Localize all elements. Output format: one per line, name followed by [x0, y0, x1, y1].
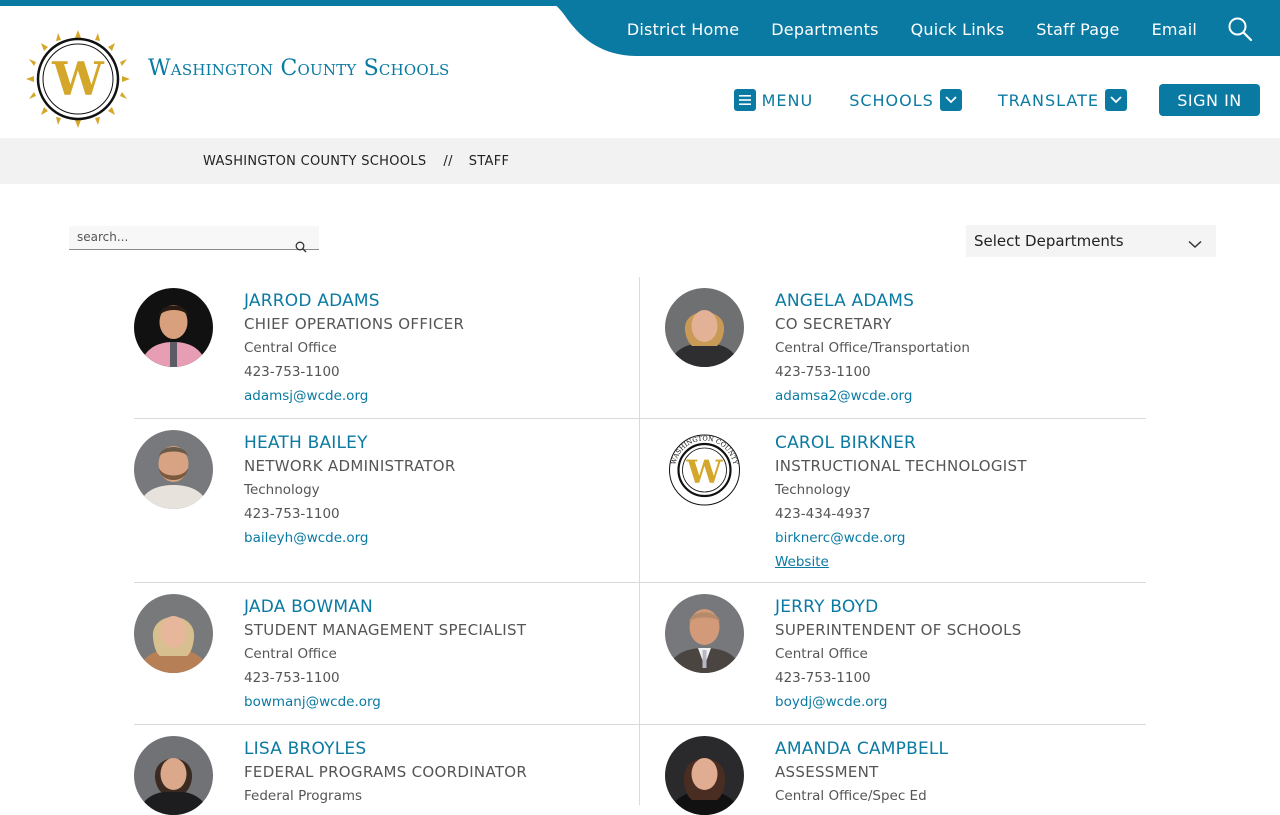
- staff-info: LISA BROYLES FEDERAL PROGRAMS COORDINATO…: [244, 739, 527, 806]
- search-icon[interactable]: [1227, 16, 1253, 42]
- staff-phone: 423-434-4937: [775, 506, 871, 522]
- staff-email-link[interactable]: birknerc@wcde.org: [775, 528, 1027, 548]
- row-divider: [134, 418, 1146, 419]
- schools-label: SCHOOLS: [849, 90, 934, 110]
- utility-link-district-home[interactable]: District Home: [627, 20, 739, 39]
- staff-title: FEDERAL PROGRAMS COORDINATOR: [244, 763, 528, 781]
- schools-dropdown[interactable]: SCHOOLS: [849, 89, 962, 111]
- utility-nav: District Home Departments Quick Links St…: [595, 16, 1280, 42]
- chevron-down-icon: [939, 89, 962, 111]
- site-name[interactable]: Washington County Schools: [148, 56, 450, 81]
- staff-title: NETWORK ADMINISTRATOR: [244, 457, 456, 475]
- staff-name[interactable]: AMANDA CAMPBELL: [775, 739, 948, 759]
- staff-name[interactable]: CAROL BIRKNER: [775, 433, 1027, 453]
- utility-link-staff-page[interactable]: Staff Page: [1036, 20, 1119, 39]
- department-select-value: Select Departments: [974, 232, 1124, 250]
- breadcrumb-home-link[interactable]: WASHINGTON COUNTY SCHOOLS: [203, 154, 426, 169]
- breadcrumb-separator: //: [443, 153, 453, 169]
- staff-search: [69, 226, 319, 253]
- staff-email-link[interactable]: boydj@wcde.org: [775, 692, 1022, 712]
- translate-label: TRANSLATE: [997, 90, 1099, 110]
- staff-info: JADA BOWMAN STUDENT MANAGEMENT SPECIALIS…: [244, 597, 526, 712]
- search-icon[interactable]: [295, 238, 307, 257]
- staff-title: INSTRUCTIONAL TECHNOLOGIST: [775, 457, 1027, 475]
- chevron-down-icon: [1105, 89, 1127, 111]
- staff-title: CHIEF OPERATIONS OFFICER: [244, 315, 465, 333]
- staff-email-link[interactable]: baileyh@wcde.org: [244, 528, 456, 548]
- staff-name[interactable]: JADA BOWMAN: [244, 597, 526, 617]
- staff-title: STUDENT MANAGEMENT SPECIALIST: [244, 621, 527, 639]
- avatar: [665, 594, 744, 673]
- row-divider: [134, 724, 1146, 725]
- district-logo[interactable]: W: [26, 30, 130, 128]
- staff-info: ANGELA ADAMS CO SECRETARY Central Office…: [775, 291, 970, 406]
- staff-department: Federal Programs: [244, 788, 363, 804]
- staff-phone: 423-753-1100: [775, 670, 871, 686]
- staff-department: Central Office: [244, 340, 337, 356]
- staff-phone: 423-753-1100: [775, 364, 871, 380]
- svg-text:W: W: [51, 52, 105, 106]
- staff-email-link[interactable]: bowmanj@wcde.org: [244, 692, 526, 712]
- avatar: [134, 430, 213, 509]
- staff-phone: 423-753-1100: [244, 364, 340, 380]
- department-select[interactable]: Select Departments: [966, 225, 1216, 257]
- staff-info: AMANDA CAMPBELL ASSESSMENT Central Offic…: [775, 739, 948, 806]
- utility-link-departments[interactable]: Departments: [771, 20, 878, 39]
- main-nav: MENU SCHOOLS TRANSLATE SIGN IN: [698, 84, 1260, 116]
- staff-name[interactable]: HEATH BAILEY: [244, 433, 456, 453]
- staff-department: Central Office: [244, 646, 337, 662]
- staff-department: Central Office/Transportation: [775, 340, 970, 356]
- avatar: [665, 288, 744, 367]
- svg-text:W: W: [686, 453, 724, 491]
- staff-email-link[interactable]: adamsa2@wcde.org: [775, 386, 970, 406]
- avatar: W WASHINGTON COUNTY: [665, 430, 744, 509]
- top-accent-line: [0, 0, 1280, 6]
- staff-website-link[interactable]: Website: [775, 552, 1027, 572]
- breadcrumb-current: STAFF: [468, 153, 510, 169]
- staff-department: Central Office: [775, 646, 868, 662]
- staff-info: HEATH BAILEY NETWORK ADMINISTRATOR Techn…: [244, 433, 456, 548]
- search-input[interactable]: [69, 226, 284, 248]
- menu-label: MENU: [761, 90, 814, 110]
- utility-link-email[interactable]: Email: [1152, 20, 1197, 39]
- site-header: District Home Departments Quick Links St…: [0, 0, 1280, 138]
- staff-phone: 423-753-1100: [244, 506, 340, 522]
- staff-department: Technology: [244, 482, 320, 498]
- staff-info: CAROL BIRKNER INSTRUCTIONAL TECHNOLOGIST…: [775, 433, 1027, 572]
- avatar: [134, 288, 213, 367]
- row-divider: [134, 582, 1146, 583]
- staff-department: Central Office/Spec Ed: [775, 788, 927, 804]
- staff-title: CO SECRETARY: [775, 315, 892, 333]
- staff-name[interactable]: JERRY BOYD: [775, 597, 1022, 617]
- avatar: [134, 736, 213, 815]
- staff-title: SUPERINTENDENT OF SCHOOLS: [775, 621, 1022, 639]
- column-divider: [639, 419, 640, 583]
- staff-name[interactable]: JARROD ADAMS: [244, 291, 464, 311]
- staff-name[interactable]: ANGELA ADAMS: [775, 291, 970, 311]
- staff-name[interactable]: LISA BROYLES: [244, 739, 527, 759]
- staff-department: Technology: [775, 482, 851, 498]
- staff-title: ASSESSMENT: [775, 763, 879, 781]
- staff-phone: 423-753-1100: [244, 670, 340, 686]
- column-divider: [639, 583, 640, 724]
- staff-email-link[interactable]: adamsj@wcde.org: [244, 386, 464, 406]
- utility-link-quick-links[interactable]: Quick Links: [911, 20, 1005, 39]
- column-divider: [639, 277, 640, 418]
- staff-info: JARROD ADAMS CHIEF OPERATIONS OFFICER Ce…: [244, 291, 464, 406]
- menu-button[interactable]: MENU: [733, 89, 814, 111]
- sign-in-button[interactable]: SIGN IN: [1159, 84, 1260, 116]
- hamburger-icon: [733, 89, 756, 111]
- avatar: [134, 594, 213, 673]
- chevron-down-icon: [1188, 235, 1202, 253]
- translate-dropdown[interactable]: TRANSLATE: [998, 89, 1127, 111]
- column-divider: [639, 725, 640, 805]
- avatar: [665, 736, 744, 815]
- staff-info: JERRY BOYD SUPERINTENDENT OF SCHOOLS Cen…: [775, 597, 1022, 712]
- breadcrumb: WASHINGTON COUNTY SCHOOLS // STAFF: [0, 138, 1280, 184]
